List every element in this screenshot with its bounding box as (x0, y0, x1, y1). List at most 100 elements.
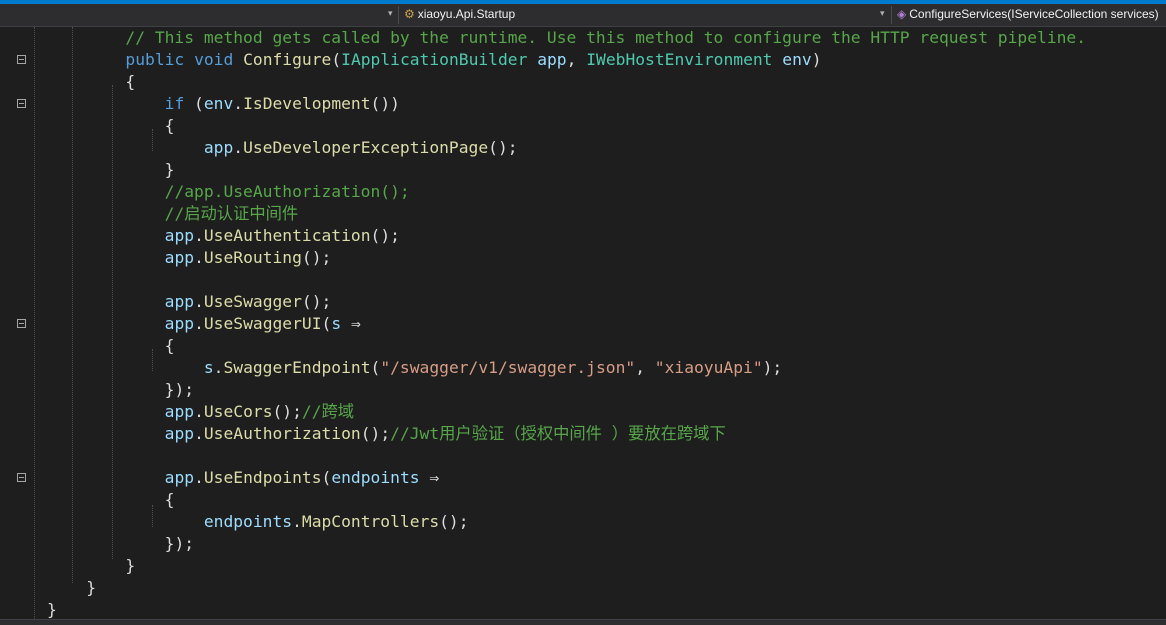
code-token: ( (321, 468, 332, 487)
type-dropdown-chevron-icon[interactable]: ▾ (880, 8, 885, 19)
code-token: UseSwagger (203, 292, 302, 311)
code-token: ⇒ (419, 468, 440, 487)
code-line[interactable]: { (47, 115, 175, 137)
code-line[interactable]: app.UseDeveloperExceptionPage(); (47, 137, 518, 159)
code-line[interactable]: app.UseCors();//跨域 (47, 401, 354, 423)
fold-toggle-icon[interactable] (17, 319, 26, 328)
code-token: //app.UseAuthorization(); (164, 182, 410, 201)
navigation-bar: ▾ ⚙ xiaoyu.Api.Startup ▾ ◈ ConfigureServic… (0, 4, 1166, 27)
code-token: endpoints (331, 468, 420, 487)
code-line[interactable]: } (47, 599, 57, 619)
code-token: }); (164, 534, 195, 553)
code-token: ( (321, 314, 332, 333)
code-line[interactable]: }); (47, 533, 194, 555)
code-token: . (292, 512, 302, 531)
fold-toggle-icon[interactable] (17, 55, 26, 64)
code-line[interactable]: app.UseAuthorization();//Jwt用户验证（授权中间件 ）… (47, 423, 726, 445)
code-line[interactable]: s.SwaggerEndpoint("/swagger/v1/swagger.j… (47, 357, 782, 379)
code-token: (); (370, 226, 400, 245)
code-line[interactable]: { (47, 489, 175, 511)
code-line[interactable]: }); (47, 379, 194, 401)
code-token: UseAuthorization (203, 424, 361, 443)
code-token: app (203, 138, 234, 157)
code-line[interactable]: //启动认证中间件 (47, 203, 299, 225)
code-line[interactable]: app.UseSwagger(); (47, 291, 332, 313)
code-line[interactable]: if (env.IsDevelopment()) (47, 93, 400, 115)
code-token: void (194, 50, 234, 69)
code-token: Configure (243, 50, 332, 69)
code-token: //Jwt用户验证（授权中间件 ）要放在跨域下 (390, 424, 726, 443)
fold-toggle-icon[interactable] (17, 473, 26, 482)
member-dropdown-label: ConfigureServices(IServiceCollection ser… (909, 7, 1159, 21)
code-token: ()) (370, 94, 400, 113)
code-token: { (164, 116, 175, 135)
code-token: UseSwaggerUI (203, 314, 322, 333)
code-line[interactable]: app.UseAuthentication(); (47, 225, 400, 247)
code-token: UseEndpoints (203, 468, 322, 487)
code-token: MapControllers (301, 512, 440, 531)
code-line[interactable]: } (47, 577, 96, 599)
member-dropdown[interactable]: ◈ ConfigureServices(IServiceCollection se… (897, 7, 1159, 21)
code-line[interactable]: // This method gets called by the runtim… (47, 27, 1086, 49)
code-token: env (203, 94, 234, 113)
code-line[interactable]: { (47, 335, 175, 357)
code-token: . (194, 226, 204, 245)
code-token: . (194, 292, 204, 311)
fold-toggle-icon[interactable] (17, 99, 26, 108)
code-token: //启动认证中间件 (164, 204, 299, 223)
project-dropdown-chevron-icon[interactable]: ▾ (388, 8, 393, 19)
code-line[interactable]: //app.UseAuthorization(); (47, 181, 410, 203)
code-token: app (164, 248, 195, 267)
code-token: ( (184, 94, 204, 113)
code-line[interactable]: app.UseEndpoints(endpoints ⇒ (47, 467, 440, 489)
code-token: UseRouting (203, 248, 302, 267)
code-line[interactable]: app.UseRouting(); (47, 247, 332, 269)
code-token: UseAuthentication (203, 226, 371, 245)
code-token: . (194, 314, 204, 333)
code-token: UseDeveloperExceptionPage (243, 138, 489, 157)
code-line[interactable]: endpoints.MapControllers(); (47, 511, 469, 533)
code-line[interactable]: } (47, 555, 135, 577)
code-token: app (164, 468, 195, 487)
code-line[interactable]: } (47, 159, 175, 181)
code-token: (); (272, 402, 302, 421)
code-line[interactable]: app.UseSwaggerUI(s ⇒ (47, 313, 361, 335)
code-token: app (164, 314, 195, 333)
code-token: public (125, 50, 185, 69)
code-token: } (164, 160, 175, 179)
code-line[interactable]: { (47, 71, 135, 93)
code-token: if (164, 94, 185, 113)
code-token: endpoints (203, 512, 293, 531)
code-token: app (164, 292, 195, 311)
code-token: { (164, 336, 175, 355)
code-token: . (233, 138, 244, 157)
method-icon: ◈ (897, 7, 907, 21)
code-line[interactable]: public void Configure(IApplicationBuilde… (47, 49, 821, 71)
code-editor[interactable]: // This method gets called by the runtim… (0, 27, 1166, 619)
code-token: , (566, 50, 587, 69)
code-token: ⇒ (341, 314, 361, 333)
code-token: IsDevelopment (243, 94, 371, 113)
type-dropdown[interactable]: ⚙ xiaoyu.Api.Startup (404, 7, 515, 21)
code-token: "/swagger/v1/swagger.json" (380, 358, 636, 377)
code-token: "xiaoyuApi" (654, 358, 763, 377)
